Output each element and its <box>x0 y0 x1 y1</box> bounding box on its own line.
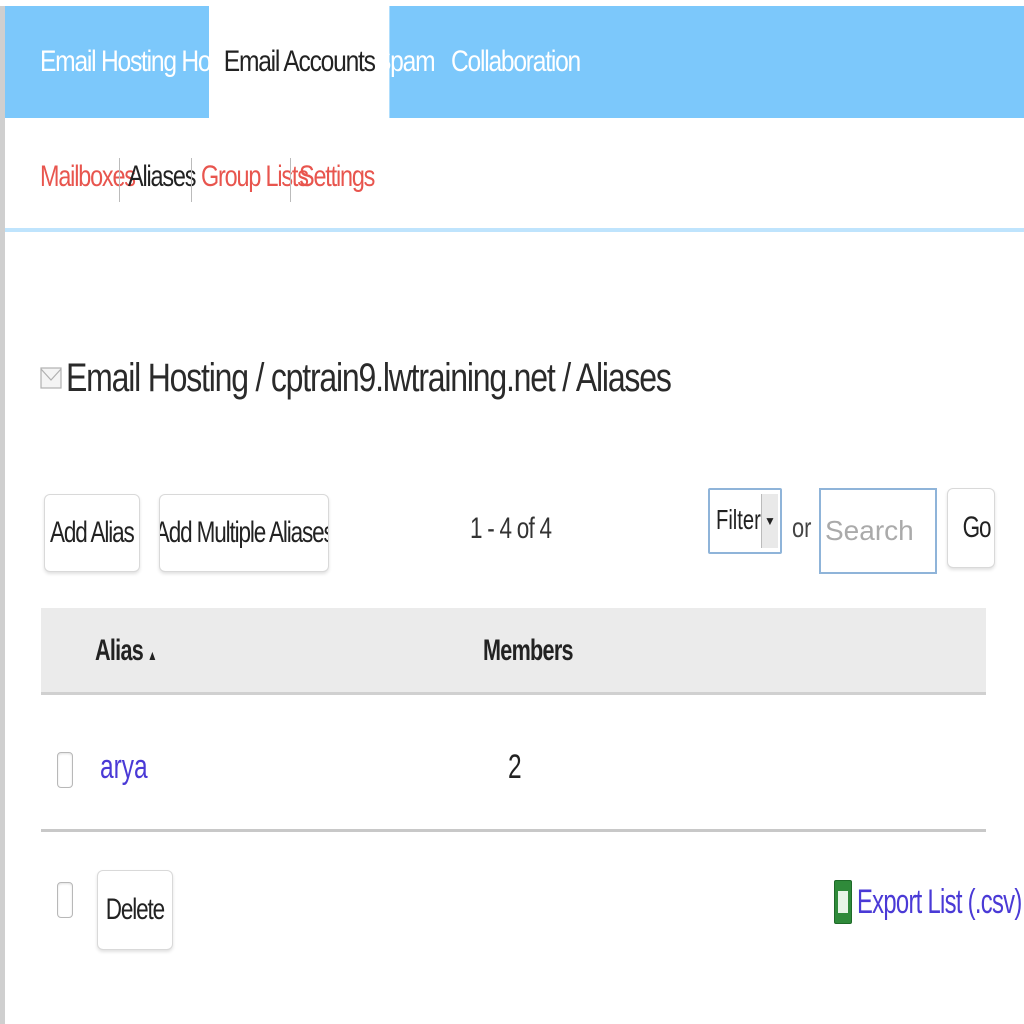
go-button[interactable]: Go <box>947 488 995 568</box>
alias-link[interactable]: arya <box>100 748 148 787</box>
export-list-link[interactable]: Export List (.csv) <box>834 880 1024 924</box>
table-header: Alias ▲ Members <box>41 608 986 695</box>
subnav-item-aliases[interactable]: Aliases <box>128 160 196 194</box>
subnav-item-group-lists[interactable]: Group Lists <box>201 160 309 194</box>
column-header-members: Members <box>483 634 574 668</box>
or-label: or <box>792 512 812 543</box>
sort-ascending-icon: ▲ <box>147 647 157 663</box>
column-header-alias[interactable]: Alias ▲ <box>95 634 157 668</box>
filter-selected-value: Filter <box>716 504 761 535</box>
subnav-item-settings[interactable]: Settings <box>299 160 375 194</box>
breadcrumb: Email Hosting / cptrain9.lwtraining.net … <box>40 348 822 408</box>
tab-label: Collaboration <box>451 45 581 78</box>
subnav-item-mailboxes[interactable]: Mailboxes <box>40 160 136 194</box>
envelope-icon <box>40 367 62 389</box>
search-input[interactable] <box>819 488 937 574</box>
members-count: 2 <box>508 748 522 786</box>
export-label: Export List (.csv) <box>857 882 1022 921</box>
top-navigation: Email Hosting Home Email Accounts Spam C… <box>5 6 1024 118</box>
page-title: Email Hosting / cptrain9.lwtraining.net … <box>66 355 672 400</box>
subnav-divider <box>5 228 1024 232</box>
button-label: Add Alias <box>50 516 135 549</box>
pagination-count: 1 - 4 of 4 <box>470 512 552 545</box>
filter-select[interactable]: Filter ▼ <box>708 488 782 554</box>
subnav-separator <box>119 158 120 202</box>
tab-label: Spam <box>375 45 436 78</box>
column-header-label: Alias <box>95 634 144 667</box>
add-multiple-aliases-button[interactable]: Add Multiple Aliases <box>159 494 329 572</box>
add-alias-button[interactable]: Add Alias <box>44 494 140 572</box>
delete-button[interactable]: Delete <box>97 870 173 950</box>
row-divider <box>41 829 986 832</box>
tab-label: Email Accounts <box>223 45 376 78</box>
tab-email-accounts[interactable]: Email Accounts <box>209 6 390 118</box>
tab-spam[interactable]: Spam <box>375 6 436 118</box>
spreadsheet-icon <box>834 880 852 924</box>
column-header-label: Members <box>483 634 574 667</box>
button-label: Go <box>962 511 992 544</box>
tab-collaboration[interactable]: Collaboration <box>451 6 581 118</box>
button-label: Add Multiple Aliases <box>159 516 329 549</box>
dropdown-arrow-icon: ▼ <box>761 494 778 548</box>
button-label: Delete <box>105 893 165 926</box>
select-all-checkbox[interactable] <box>57 882 73 918</box>
row-checkbox[interactable] <box>57 752 73 788</box>
subnav-separator <box>290 158 291 202</box>
subnav-separator <box>191 158 192 202</box>
sub-navigation: Mailboxes Aliases Group Lists Settings <box>5 118 1024 228</box>
